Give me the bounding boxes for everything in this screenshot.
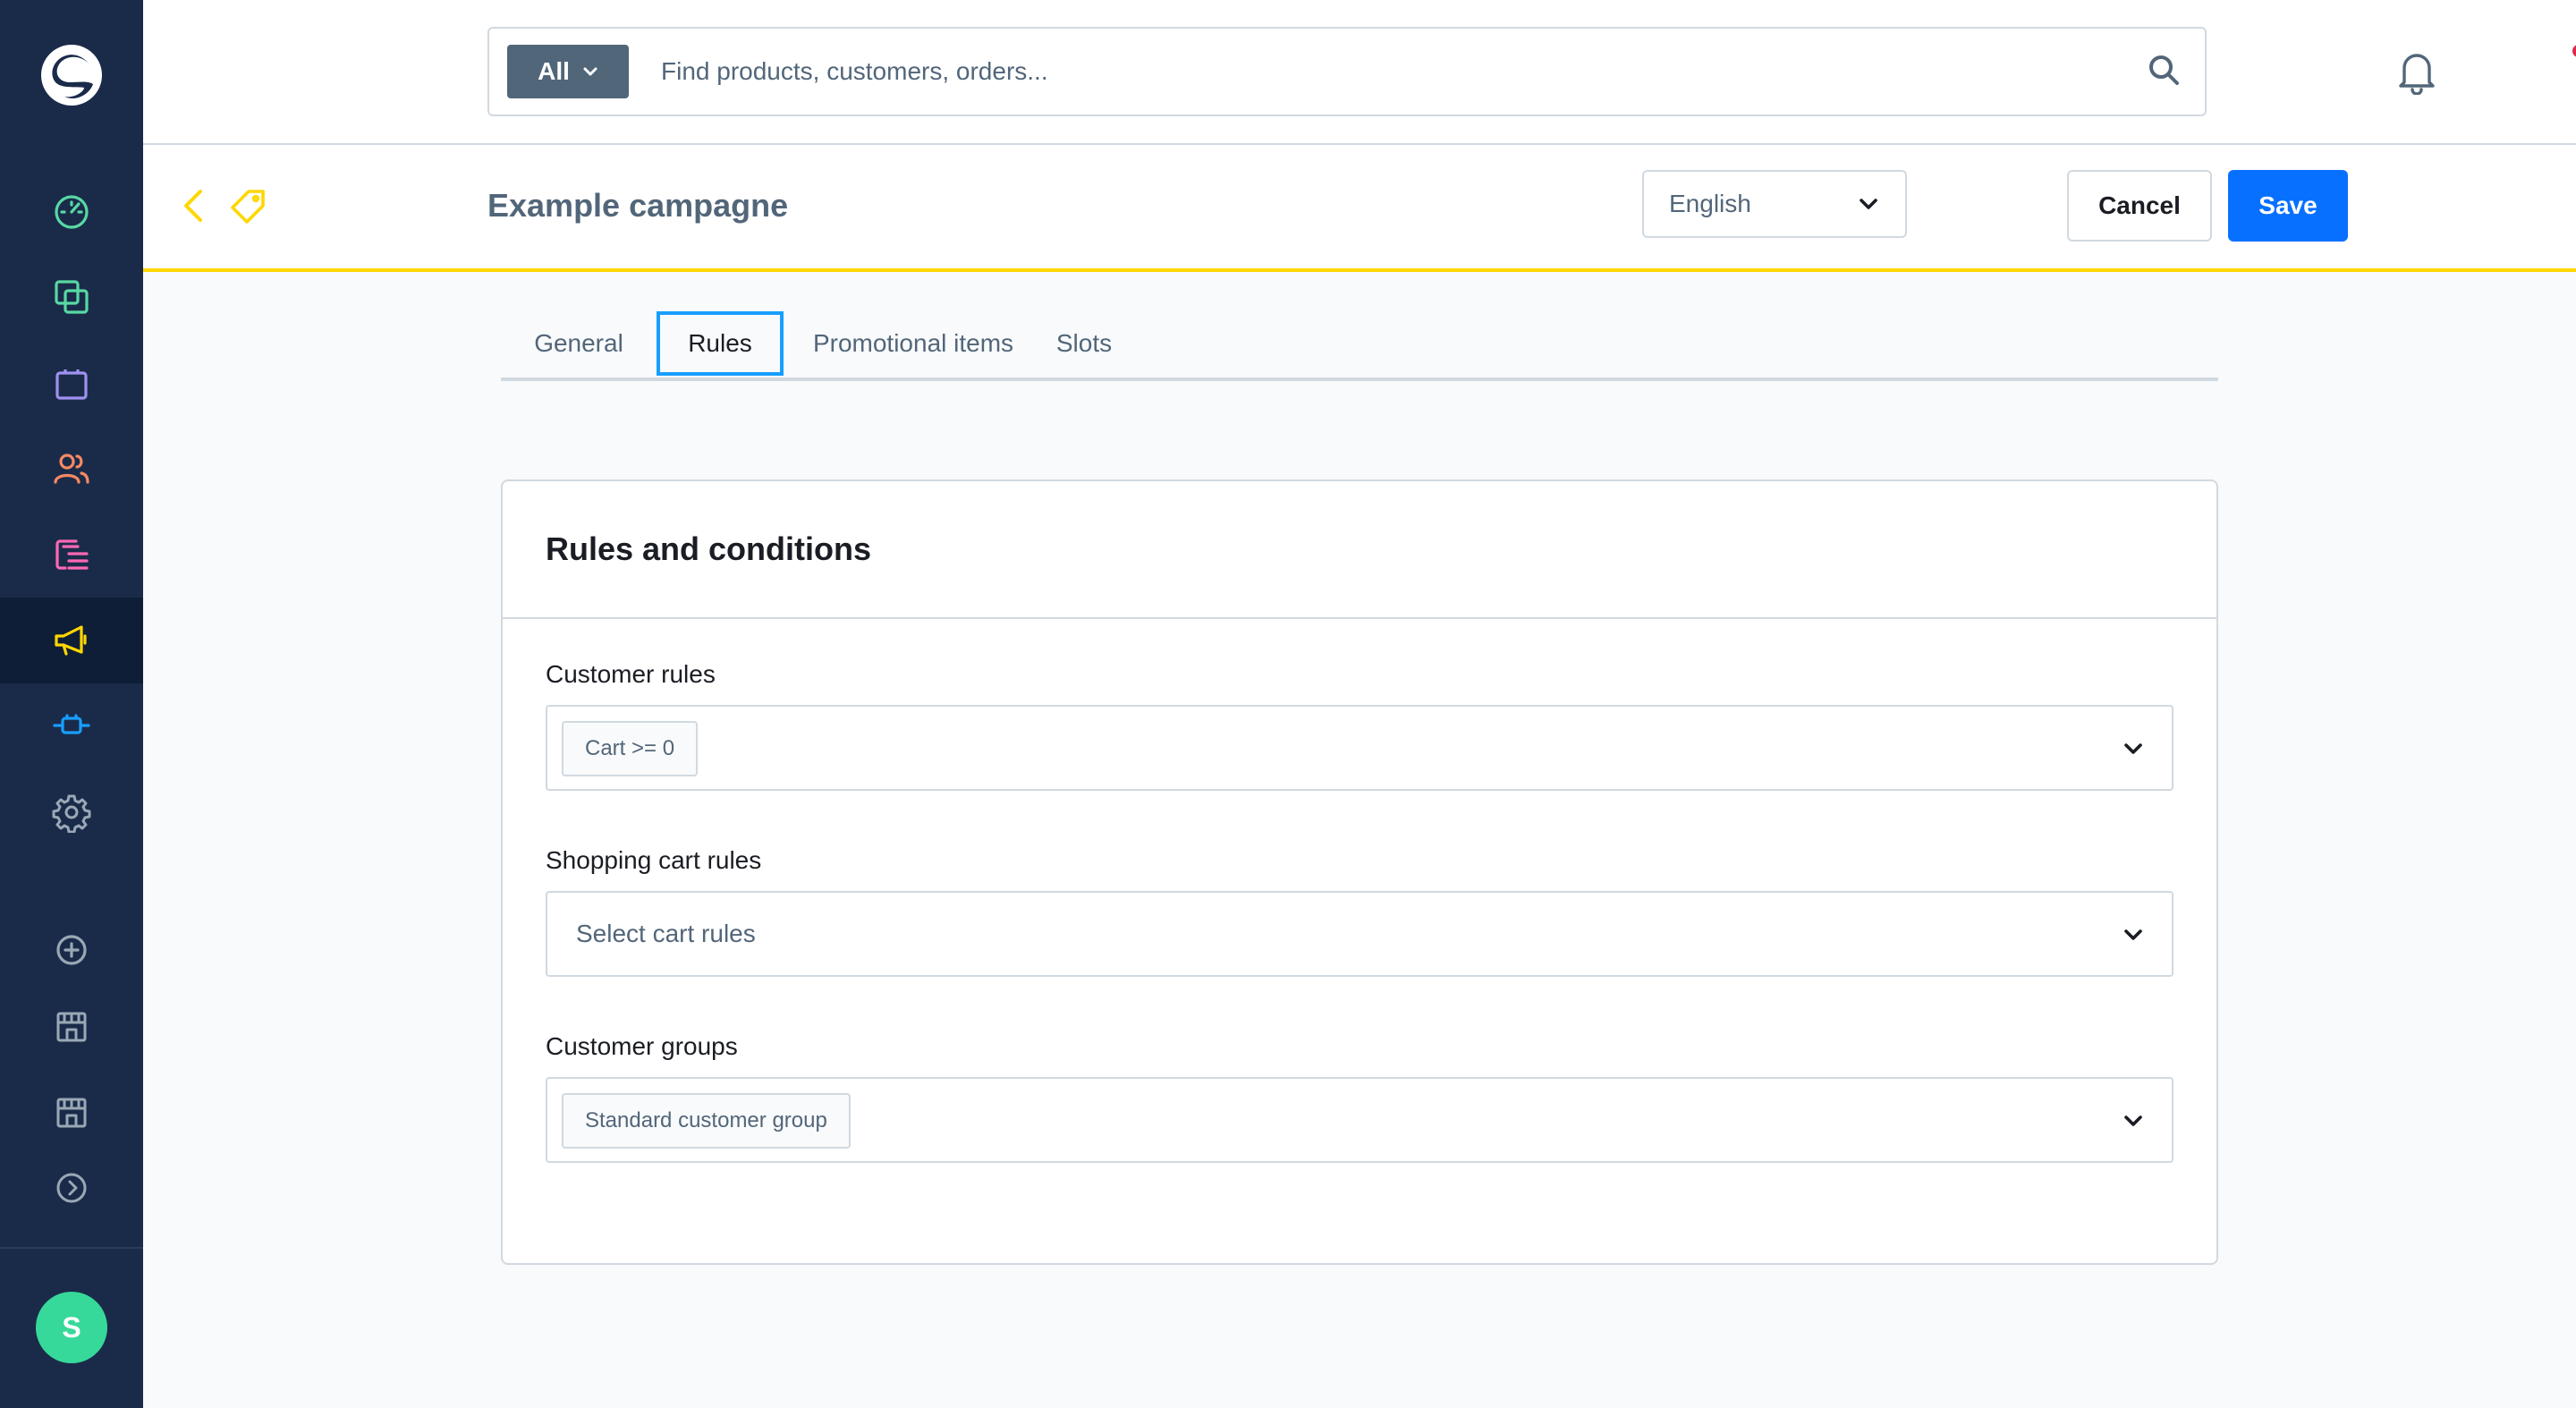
chevron-down-icon — [583, 67, 597, 76]
nav-marketing[interactable] — [0, 598, 143, 683]
search-icon[interactable] — [2146, 52, 2182, 88]
selected-chip[interactable]: Standard customer group — [562, 1093, 851, 1149]
customer-rules-select[interactable]: Cart >= 0 — [546, 705, 2174, 791]
sidebar-divider — [0, 1247, 143, 1249]
save-button[interactable]: Save — [2228, 170, 2348, 242]
chevron-down-icon — [2124, 1115, 2142, 1126]
nav-customers[interactable] — [0, 426, 143, 512]
language-switch[interactable]: English — [1642, 170, 1907, 238]
card-title: Rules and conditions — [546, 530, 872, 567]
nav-catalogues[interactable] — [0, 254, 143, 340]
nav-orders[interactable] — [0, 340, 143, 426]
select-placeholder: Select cart rules — [576, 920, 756, 947]
shopping-cart-rules-select[interactable]: Select cart rules — [546, 891, 2174, 977]
chevron-down-icon — [2124, 929, 2142, 940]
tag-icon — [231, 190, 265, 224]
search-type-label: All — [538, 57, 570, 85]
rules-card: Rules and conditions Customer rules Cart… — [501, 479, 2218, 1265]
nav-sales-channel-2[interactable] — [0, 1070, 143, 1156]
user-avatar[interactable]: S — [36, 1292, 107, 1363]
content-icon — [55, 539, 89, 570]
orders-bag-icon — [55, 369, 88, 400]
customer-groups-label: Customer groups — [546, 1032, 738, 1060]
dashboard-gauge-icon — [55, 195, 89, 229]
page-title: Example campagne — [487, 187, 789, 224]
back-chevron-icon[interactable] — [181, 186, 206, 225]
nav-content[interactable] — [0, 512, 143, 598]
customer-groups-select[interactable]: Standard customer group — [546, 1077, 2174, 1163]
nav-add-sales-channel[interactable] — [0, 907, 143, 993]
nav-sales-channel-1[interactable] — [0, 984, 143, 1070]
tab-general[interactable]: General — [519, 311, 639, 376]
shopping-cart-rules-label: Shopping cart rules — [546, 846, 762, 874]
megaphone-icon — [55, 625, 87, 656]
customers-icon — [54, 454, 89, 484]
plug-icon — [53, 714, 90, 734]
language-switch-value: English — [1669, 190, 1751, 217]
nav-expand[interactable] — [0, 1145, 143, 1231]
customer-rules-label: Customer rules — [546, 660, 716, 688]
nav-dashboard[interactable] — [0, 168, 143, 254]
cancel-button[interactable]: Cancel — [2067, 170, 2212, 242]
tab-slots[interactable]: Slots — [1041, 311, 1127, 376]
storefront-icon — [56, 1012, 87, 1042]
chevron-down-icon — [2124, 743, 2142, 754]
smart-bar: Example campagne English Cancel Save — [143, 145, 2576, 272]
card-header: Rules and conditions — [503, 481, 2216, 619]
chevron-down-icon — [1860, 199, 1877, 209]
notification-bell-icon[interactable] — [2395, 48, 2438, 95]
plus-circle-icon — [56, 935, 87, 965]
sidebar: S — [0, 0, 143, 1408]
tab-promotional-items[interactable]: Promotional items — [801, 311, 1025, 376]
notification-badge — [2572, 45, 2576, 57]
top-bar: All — [143, 0, 2576, 145]
global-search: All — [487, 27, 2207, 116]
shopware-logo-icon[interactable] — [39, 43, 104, 107]
catalogues-icon — [55, 280, 89, 314]
selected-chip[interactable]: Cart >= 0 — [562, 721, 699, 776]
tab-rules[interactable]: Rules — [657, 311, 784, 376]
nav-settings[interactable] — [0, 769, 143, 855]
gear-icon — [52, 794, 91, 833]
chevron-right-circle-icon — [56, 1173, 87, 1203]
search-type-dropdown[interactable]: All — [507, 45, 629, 98]
nav-extensions[interactable] — [0, 683, 143, 769]
storefront-icon — [56, 1098, 87, 1128]
tab-bar: General Rules Promotional items Slots — [501, 310, 2218, 381]
search-input[interactable] — [659, 41, 2112, 102]
